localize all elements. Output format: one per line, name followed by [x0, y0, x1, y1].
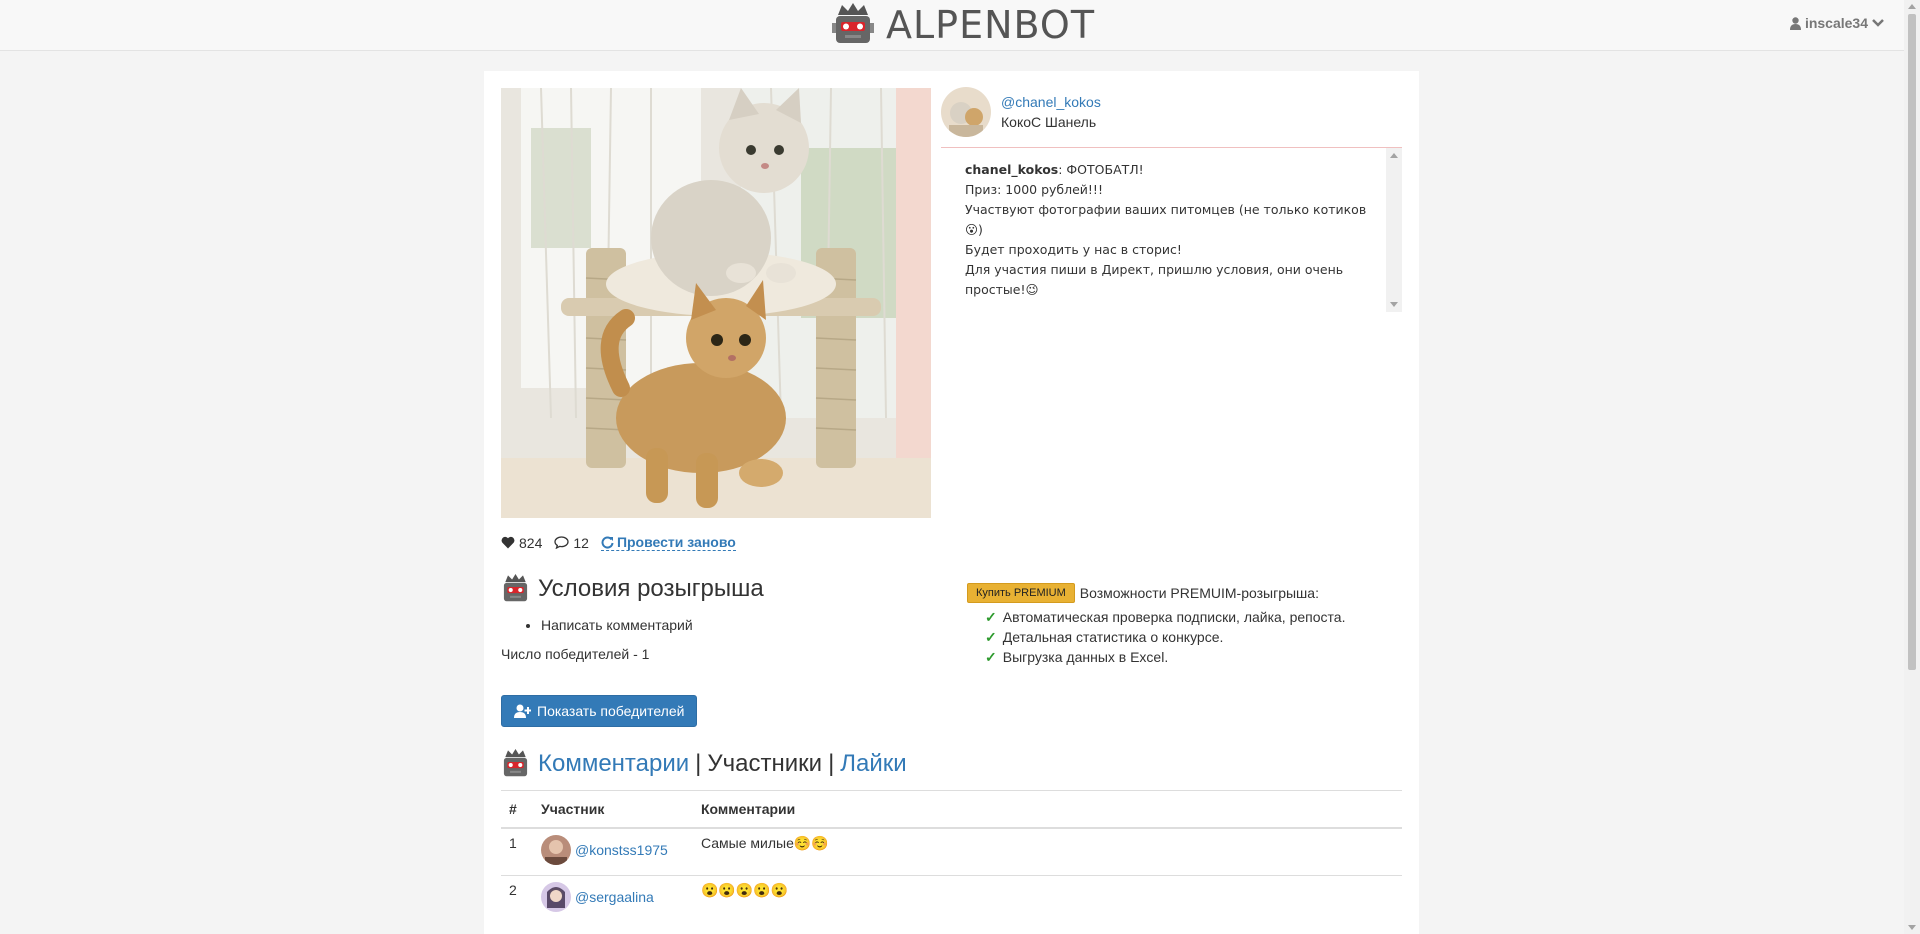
avatar[interactable] [541, 835, 571, 865]
column-header-index: # [501, 790, 533, 829]
caption-box[interactable]: chanel_kokos: ФОТОБАТЛ! Приз: 1000 рубле… [941, 147, 1402, 312]
scroll-up-arrow-icon[interactable] [1908, 4, 1916, 9]
premium-feature: ✓ Выгрузка данных в Excel. [985, 647, 1345, 667]
premium-feature-text: Детальная статистика о конкурсе. [1002, 629, 1224, 645]
robot-icon [832, 3, 874, 43]
comments-table: # Участник Комментарии 1 @konstss1975 Са… [501, 790, 1402, 922]
likes-stat: 824 [501, 535, 542, 551]
top-navbar: ALPENBOT inscale34 [0, 0, 1904, 51]
tab-comments[interactable]: Комментарии [538, 750, 689, 778]
caption-line: : ФОТОБАТЛ! [1058, 162, 1144, 177]
comments-count: 12 [573, 534, 589, 551]
caption-scrollbar[interactable] [1386, 148, 1402, 312]
tab-participants[interactable]: Участники [707, 750, 822, 778]
caption-line: Участвуют фотографии ваших питомцев (не … [965, 202, 1367, 217]
caption-line: 😮) [965, 222, 983, 237]
column-header-comment: Комментарии [693, 790, 1402, 829]
comment-icon [554, 536, 570, 549]
table-row: 2 @sergaalina 😮😮😮😮😮 [501, 875, 1402, 922]
premium-feature-text: Автоматическая проверка подписки, лайка,… [1002, 609, 1346, 625]
user-plus-icon [514, 704, 531, 718]
table-header-row: # Участник Комментарии [501, 790, 1402, 829]
conditions-list: Написать комментарий [501, 615, 693, 635]
post-stats: 824 12 Провести заново [501, 534, 736, 551]
caption-line: Для участия пиши в Директ, пришлю услови… [965, 262, 1344, 277]
check-icon: ✓ [985, 609, 997, 625]
username-label: inscale34 [1804, 15, 1868, 31]
premium-feature: ✓ Автоматическая проверка подписки, лайка… [985, 607, 1345, 627]
user-menu[interactable]: inscale34 [1789, 15, 1884, 31]
scrollbar-thumb[interactable] [1908, 14, 1916, 670]
tab-separator: | [695, 750, 702, 777]
caption-scroll-up-icon[interactable] [1390, 153, 1398, 158]
column-header-user: Участник [533, 790, 693, 829]
tab-separator: | [828, 750, 835, 777]
premium-features: ✓ Автоматическая проверка подписки, лайка… [985, 607, 1345, 667]
author-handle-link[interactable]: @chanel_kokos [1001, 94, 1101, 110]
likes-count: 824 [519, 534, 543, 551]
brand-name: ALPENBOT [886, 3, 1096, 47]
chevron-down-icon [1872, 19, 1884, 27]
rerun-label: Провести заново [616, 534, 736, 550]
row-comment: 😮😮😮😮😮 [693, 875, 1402, 922]
condition-item: Написать комментарий [541, 615, 693, 635]
premium-feature-text: Выгрузка данных в Excel. [1002, 649, 1169, 665]
winners-count: Число победителей - 1 [501, 646, 650, 662]
scroll-down-arrow-icon[interactable] [1908, 925, 1916, 930]
conditions-heading: Условия розыгрыша [501, 574, 764, 604]
rerun-link[interactable]: Провести заново [600, 534, 736, 551]
caption-line: простые!😉 [965, 282, 1039, 297]
premium-heading: Возможности PREMUIM-розыгрыша: [1079, 585, 1319, 601]
user-link[interactable]: @sergaalina [575, 889, 654, 905]
tab-likes[interactable]: Лайки [840, 750, 906, 778]
list-tabs: Комментарии | Участники | Лайки [501, 749, 907, 779]
caption-line: Приз: 1000 рублей!!! [965, 182, 1103, 197]
caption-line: Будет проходить у нас в сторис! [965, 242, 1182, 257]
show-winners-label: Показать победителей [537, 703, 685, 719]
refresh-icon [601, 536, 614, 549]
user-link[interactable]: @konstss1975 [575, 842, 668, 858]
post-author: @chanel_kokos КокоС Шанель [941, 87, 1101, 137]
row-index: 2 [501, 875, 533, 922]
row-user-cell: @sergaalina [533, 875, 693, 922]
heart-icon [501, 536, 515, 549]
giveaway-card: 824 12 Провести заново @chanel_kokos Кок… [484, 71, 1419, 934]
caption-user: chanel_kokos [965, 162, 1059, 177]
author-avatar[interactable] [941, 87, 991, 137]
conditions-title: Условия розыгрыша [538, 575, 764, 602]
table-row: 1 @konstss1975 Самые милые☺️☺️ [501, 827, 1402, 876]
row-comment: Самые милые☺️☺️ [693, 827, 1402, 876]
author-name: КокоС Шанель [1001, 114, 1097, 130]
robot-icon [503, 574, 528, 602]
post-photo[interactable] [501, 88, 931, 518]
show-winners-button[interactable]: Показать победителей [501, 695, 698, 727]
caption-scroll-down-icon[interactable] [1390, 302, 1398, 307]
avatar[interactable] [541, 882, 571, 912]
comments-stat: 12 [554, 535, 589, 551]
premium-block: Купить PREMIUM Возможности PREMUIM-розыг… [967, 583, 1345, 667]
user-icon [1789, 16, 1801, 30]
premium-feature: ✓ Детальная статистика о конкурсе. [985, 627, 1345, 647]
brand-logo[interactable]: ALPENBOT [832, 0, 1095, 50]
check-icon: ✓ [985, 629, 997, 645]
buy-premium-button[interactable]: Купить PREMIUM [967, 583, 1075, 603]
row-user-cell: @konstss1975 [533, 827, 693, 876]
page-scrollbar[interactable] [1904, 0, 1920, 934]
check-icon: ✓ [985, 649, 997, 665]
caption-text: chanel_kokos: ФОТОБАТЛ! Приз: 1000 рубле… [965, 160, 1375, 300]
row-index: 1 [501, 827, 533, 876]
robot-icon [503, 749, 528, 777]
